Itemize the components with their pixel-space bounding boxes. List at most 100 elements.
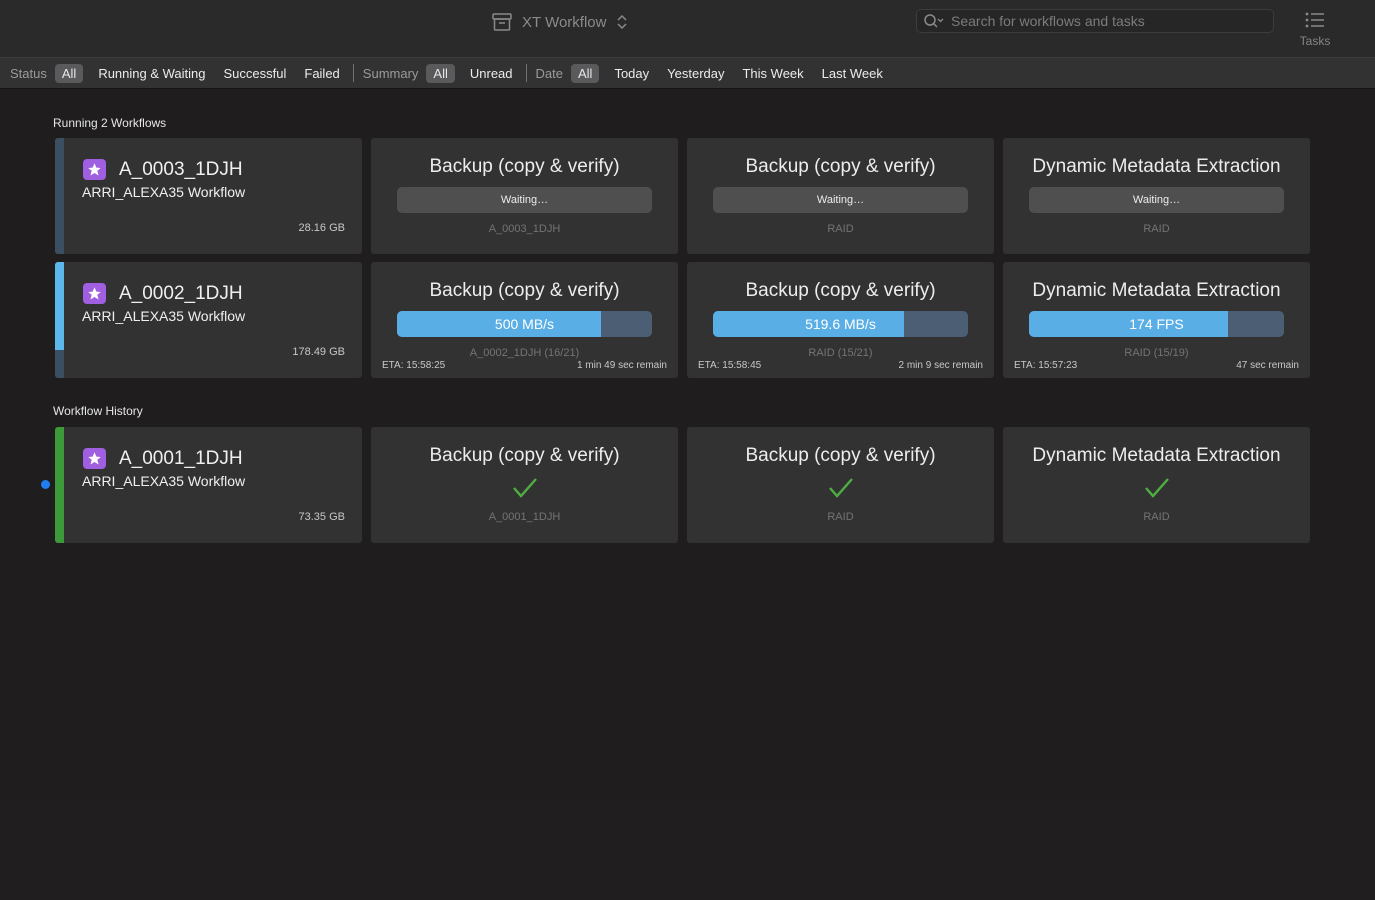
unread-indicator	[41, 480, 50, 489]
search-icon	[924, 14, 944, 28]
workflow-subtitle: ARRI_ALEXA35 Workflow	[82, 308, 246, 324]
task-card[interactable]: Dynamic Metadata Extraction Waiting… RAI…	[1003, 138, 1310, 254]
workflow-progress-strip	[55, 138, 64, 254]
task-title: Backup (copy & verify)	[429, 156, 620, 177]
checkmark-icon	[829, 478, 853, 498]
task-eta: ETA: 15:57:23	[1014, 360, 1078, 371]
workflow-size: 73.35 GB	[298, 511, 345, 523]
search-input[interactable]	[951, 13, 1273, 29]
summary-filter: Summary All Unread	[362, 63, 524, 83]
task-target: RAID	[1143, 223, 1170, 235]
summary-filter-all[interactable]: All	[426, 63, 455, 83]
title-bar: XT Workflow Tasks	[0, 0, 1375, 57]
task-progress-label: Waiting…	[1132, 194, 1181, 206]
task-title: Dynamic Metadata Extraction	[1032, 156, 1281, 177]
filter-bar: Status All Running & Waiting Successful …	[0, 57, 1375, 89]
workflow-progress-strip	[55, 262, 64, 378]
task-progress-bar: 500 MB/s	[397, 311, 652, 337]
status-filter-successful[interactable]: Successful	[224, 66, 287, 81]
task-title: Backup (copy & verify)	[429, 445, 620, 466]
filter-separator	[525, 64, 527, 82]
task-progress-bar: Waiting…	[713, 187, 968, 213]
workflow-name: A_0003_1DJH	[119, 159, 243, 180]
workflow-card[interactable]: A_0002_1DJH ARRI_ALEXA35 Workflow 178.49…	[55, 262, 362, 378]
task-target: RAID	[827, 223, 854, 235]
tasks-button[interactable]: Tasks	[1292, 10, 1338, 54]
checkmark-icon	[513, 478, 537, 498]
task-target: RAID (15/21)	[808, 347, 873, 359]
task-target: RAID	[827, 511, 854, 523]
workflow-selector[interactable]: XT Workflow	[492, 10, 628, 34]
date-filter-today[interactable]: Today	[614, 66, 649, 81]
workflow-name: A_0002_1DJH	[119, 283, 243, 304]
search-field[interactable]	[916, 9, 1274, 33]
date-filter-yesterday[interactable]: Yesterday	[667, 66, 724, 81]
task-card[interactable]: Backup (copy & verify) 500 MB/s A_0002_1…	[371, 262, 678, 378]
task-card[interactable]: Dynamic Metadata Extraction RAID	[1003, 427, 1310, 543]
status-filter-label: Status	[10, 65, 47, 81]
task-target: RAID (15/19)	[1124, 347, 1189, 359]
summary-filter-unread[interactable]: Unread	[470, 66, 513, 81]
history-section-title: Workflow History	[53, 404, 143, 418]
task-progress-label: Waiting…	[816, 194, 865, 206]
date-filter: Date All Today Yesterday This Week Last …	[535, 63, 894, 83]
task-card[interactable]: Backup (copy & verify) A_0001_1DJH	[371, 427, 678, 543]
workflow-subtitle: ARRI_ALEXA35 Workflow	[82, 473, 246, 489]
date-filter-last-week[interactable]: Last Week	[822, 66, 883, 81]
list-icon	[1305, 12, 1324, 28]
archive-box-icon	[492, 13, 512, 31]
workflow-card[interactable]: A_0001_1DJH ARRI_ALEXA35 Workflow 73.35 …	[55, 427, 362, 543]
workflow-name: A_0001_1DJH	[119, 448, 243, 469]
status-filter: Status All Running & Waiting Successful …	[10, 63, 351, 83]
chevron-up-down-icon	[617, 14, 627, 30]
app-title: XT Workflow	[522, 13, 607, 31]
empty-area	[0, 798, 1375, 900]
task-target: A_0001_1DJH	[488, 511, 561, 523]
task-target: A_0002_1DJH (16/21)	[469, 347, 580, 359]
summary-filter-label: Summary	[362, 65, 419, 81]
star-icon	[83, 448, 106, 469]
task-card[interactable]: Backup (copy & verify) 519.6 MB/s RAID (…	[687, 262, 994, 378]
task-progress-label: Waiting…	[500, 194, 549, 206]
workflow-size: 28.16 GB	[298, 222, 345, 234]
tasks-label: Tasks	[1299, 34, 1331, 48]
task-card[interactable]: Backup (copy & verify) Waiting… A_0003_1…	[371, 138, 678, 254]
date-filter-all[interactable]: All	[570, 63, 600, 83]
status-filter-all[interactable]: All	[54, 63, 84, 83]
task-title: Backup (copy & verify)	[745, 445, 936, 466]
task-remaining: 47 sec remain	[1236, 360, 1299, 371]
workflow-progress-fill	[55, 262, 64, 351]
workflow-subtitle: ARRI_ALEXA35 Workflow	[82, 184, 246, 200]
date-filter-this-week[interactable]: This Week	[742, 66, 803, 81]
task-remaining: 2 min 9 sec remain	[898, 360, 983, 371]
filter-separator	[352, 64, 354, 82]
task-target: RAID	[1143, 511, 1170, 523]
task-title: Dynamic Metadata Extraction	[1032, 280, 1281, 301]
task-card[interactable]: Dynamic Metadata Extraction 174 FPS RAID…	[1003, 262, 1310, 378]
task-progress-label: 174 FPS	[1129, 316, 1184, 332]
checkmark-icon	[1145, 478, 1169, 498]
task-title: Backup (copy & verify)	[745, 156, 936, 177]
task-progress-bar: Waiting…	[1029, 187, 1284, 213]
task-card[interactable]: Backup (copy & verify) RAID	[687, 427, 994, 543]
task-target: A_0003_1DJH	[488, 223, 561, 235]
task-card[interactable]: Backup (copy & verify) Waiting… RAID	[687, 138, 994, 254]
task-eta: ETA: 15:58:25	[382, 360, 446, 371]
task-progress-bar: 174 FPS	[1029, 311, 1284, 337]
task-remaining: 1 min 49 sec remain	[576, 360, 667, 371]
task-title: Backup (copy & verify)	[745, 280, 936, 301]
star-icon	[83, 283, 106, 304]
status-filter-failed[interactable]: Failed	[304, 66, 339, 81]
task-title: Dynamic Metadata Extraction	[1032, 445, 1281, 466]
workflow-size: 178.49 GB	[292, 346, 345, 358]
task-progress-label: 500 MB/s	[494, 316, 555, 332]
star-icon	[83, 159, 106, 180]
date-filter-label: Date	[535, 65, 563, 81]
workflow-card[interactable]: A_0003_1DJH ARRI_ALEXA35 Workflow 28.16 …	[55, 138, 362, 254]
running-section-title: Running 2 Workflows	[53, 116, 167, 130]
task-eta: ETA: 15:58:45	[698, 360, 762, 371]
workflow-status-strip	[55, 427, 64, 543]
status-filter-running-waiting[interactable]: Running & Waiting	[98, 66, 205, 81]
task-progress-bar: 519.6 MB/s	[713, 311, 968, 337]
task-title: Backup (copy & verify)	[429, 280, 620, 301]
